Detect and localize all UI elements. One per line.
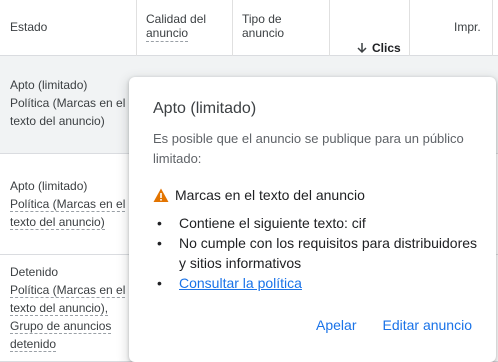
appeal-button[interactable]: Apelar [316, 317, 356, 333]
column-header-label: anuncio [242, 26, 285, 40]
popup-description: Es posible que el anuncio se publique pa… [153, 131, 464, 166]
column-header-label: Clics [372, 41, 401, 55]
status-text: Apto (limitado) [10, 179, 88, 193]
list-item-text: No cumple con los requisitos para distri… [179, 235, 478, 271]
status-reason: Política (Marcas en el [10, 197, 126, 212]
bullet-icon: • [157, 215, 162, 231]
status-cell[interactable]: Apto (limitado) Política (Marcas en el t… [10, 177, 126, 231]
list-item-text: Contiene el siguiente texto: cif [179, 215, 366, 231]
column-header-label: Tipo de [242, 12, 282, 26]
bullet-icon: • [157, 235, 162, 251]
policy-link[interactable]: Consultar la política [179, 275, 302, 291]
column-header-label: anuncio [146, 26, 189, 42]
edit-ad-button[interactable]: Editar anuncio [382, 317, 472, 333]
status-reason: texto del anuncio) [10, 215, 105, 230]
list-item: • No cumple con los requisitos para dist… [153, 233, 483, 273]
bullet-icon: • [157, 275, 162, 291]
status-reason: Grupo de anuncios [10, 319, 112, 334]
status-reason: Política (Marcas en el [10, 283, 126, 298]
status-text: Apto (limitado) [10, 78, 88, 92]
column-header-label: Calidad del [146, 12, 207, 26]
column-header-label: Impr. [454, 20, 481, 34]
status-cell[interactable]: Apto (limitado) Política (Marcas en el t… [10, 76, 125, 130]
status-reason: Política (Marcas en el [10, 96, 126, 110]
warning-triangle-icon [153, 188, 169, 202]
column-header-label: Estado [10, 20, 48, 34]
policy-details-list: • Contiene el siguiente texto: cif • No … [153, 213, 483, 293]
policy-warning: Marcas en el texto del anuncio [153, 187, 365, 203]
list-item: • Contiene el siguiente texto: cif [153, 213, 483, 233]
status-details-popup: Apto (limitado) Es posible que el anunci… [129, 77, 496, 362]
sort-descending-icon [357, 43, 367, 54]
status-reason: texto del anuncio) [10, 114, 105, 128]
status-reason: detenido [10, 337, 57, 352]
popup-actions: Apelar Editar anuncio [316, 317, 472, 333]
popup-title: Apto (limitado) [153, 100, 257, 117]
table-header: Estado Calidad del anuncio Tipo de anunc… [0, 0, 498, 56]
status-cell[interactable]: Detenido Política (Marcas en el texto de… [10, 263, 126, 353]
status-reason: texto del anuncio), [10, 301, 109, 316]
status-text: Detenido [10, 265, 59, 279]
warning-title: Marcas en el texto del anuncio [175, 187, 365, 203]
list-item: • Consultar la política [153, 273, 483, 293]
